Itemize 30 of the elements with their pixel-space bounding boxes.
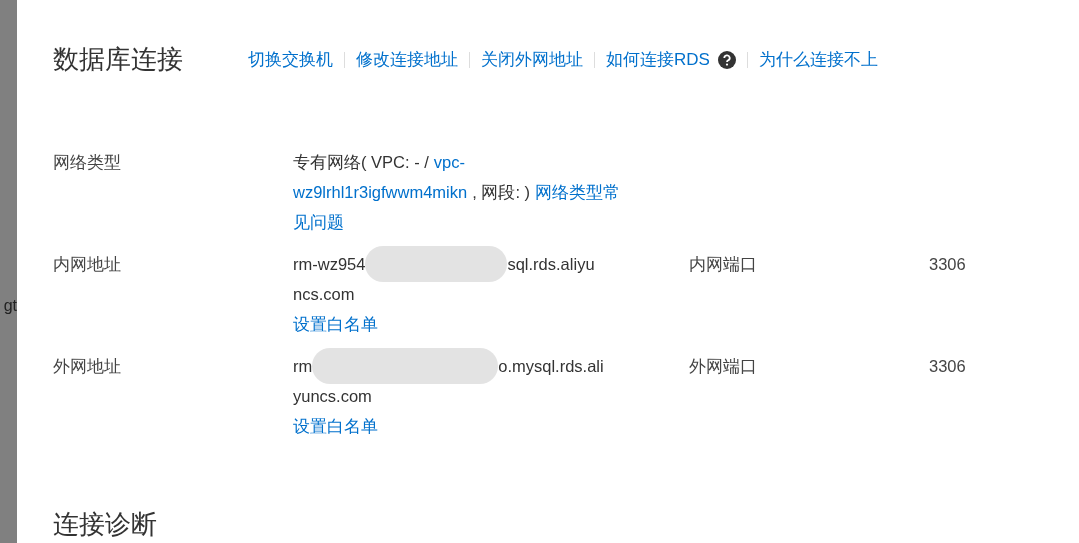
section-title: 连接诊断: [53, 508, 158, 541]
network-link[interactable]: 见问题: [293, 207, 344, 237]
address-text: ncs.com: [293, 284, 355, 305]
action-link[interactable]: 修改连接地址: [356, 48, 458, 71]
port-value: 3306: [929, 356, 967, 377]
help-icon[interactable]: [717, 50, 736, 69]
network-link[interactable]: wz9lrhl1r3igfwwm4mikn: [293, 177, 468, 207]
address-text: o.mysql.rds.ali: [498, 356, 604, 377]
action-link[interactable]: 切换交换机: [248, 48, 333, 71]
field-label: 外网地址: [53, 356, 122, 377]
address-text: rm: [293, 356, 313, 377]
action-link[interactable]: 关闭外网地址: [481, 48, 583, 71]
cut-off-text: gt: [3, 297, 17, 315]
whitelist-link[interactable]: 设置白名单: [293, 309, 378, 339]
action-link[interactable]: 如何连接RDS: [606, 48, 710, 71]
section-title: 数据库连接: [53, 43, 184, 76]
field-label: 内网地址: [53, 254, 122, 275]
network-link[interactable]: vpc-: [433, 147, 465, 177]
field-label: 外网端口: [689, 356, 758, 377]
address-text: yuncs.com: [293, 386, 372, 407]
address-text: sql.rds.aliyu: [507, 254, 595, 275]
network-type-text: 专有网络( VPC: - /: [293, 152, 429, 173]
field-label: 网络类型: [53, 152, 122, 173]
network-link[interactable]: 网络类型常: [535, 177, 621, 207]
port-value: 3306: [929, 254, 967, 275]
action-link[interactable]: 为什么连接不上: [758, 48, 878, 71]
address-text: rm-wz954: [293, 254, 366, 275]
whitelist-link[interactable]: 设置白名单: [293, 411, 378, 441]
network-type-text: , 网段: ): [472, 182, 531, 203]
field-label: 内网端口: [689, 254, 758, 275]
